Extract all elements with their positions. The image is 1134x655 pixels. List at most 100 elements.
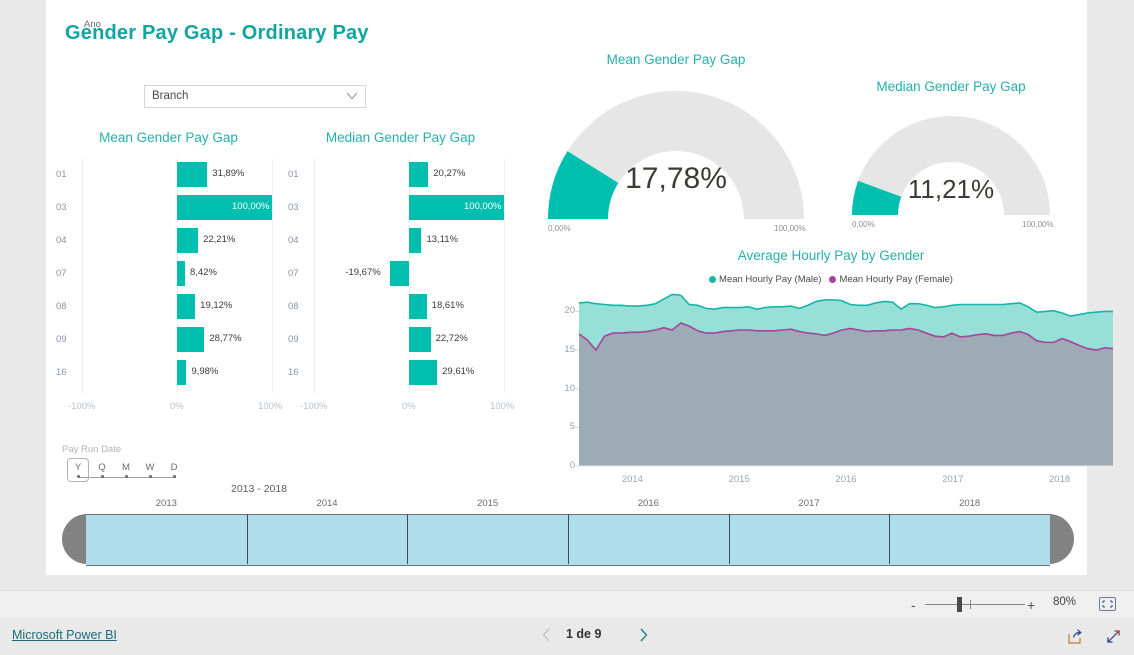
report-canvas: Gender Pay Gap - Ordinary Pay Branch Mea… <box>46 0 1114 575</box>
bar-segment[interactable] <box>409 228 422 253</box>
legend-label: Mean Hourly Pay (Female) <box>839 274 953 285</box>
bar-row[interactable]: 03 100,00% <box>288 191 513 224</box>
median-gauge-title: Median Gender Pay Gap <box>876 79 1026 94</box>
granularity-option-m[interactable]: M <box>119 462 133 473</box>
average-hourly-pay-area-chart[interactable]: Average Hourly Pay by Gender Mean Hourly… <box>541 248 1121 493</box>
bar-segment[interactable] <box>409 162 429 187</box>
mean-gender-pay-gap-bar-chart[interactable]: Mean Gender Pay Gap 01 31,89% 03 100,00% 04 2… <box>56 130 282 430</box>
area-y-tick-label: 5 <box>569 421 575 433</box>
bar-row[interactable]: 04 22,21% <box>56 224 281 257</box>
chevron-right-icon[interactable] <box>639 628 648 642</box>
page-navigation: 1 de 9 <box>538 626 648 646</box>
bar-value-label: 31,89% <box>212 168 245 179</box>
granularity-tick <box>173 475 176 478</box>
mean-gauge-arc <box>548 91 804 219</box>
branch-slicer-label: Branch <box>152 90 189 102</box>
bar-row[interactable]: 04 13,11% <box>288 224 513 257</box>
granularity-unit-label: Ano <box>84 19 101 30</box>
report-footer: Microsoft Power BI 1 de 9 <box>0 618 1134 655</box>
bar-value-label: 20,27% <box>433 168 466 179</box>
granularity-option-d[interactable]: D <box>167 462 181 473</box>
timeline-cell-divider <box>889 514 891 564</box>
bar-segment[interactable] <box>409 327 431 352</box>
bar-row[interactable]: 03 100,00% <box>56 191 281 224</box>
bar-value-label: 8,42% <box>189 267 217 278</box>
page-title: Gender Pay Gap - Ordinary Pay <box>65 22 369 44</box>
share-icon[interactable] <box>1066 628 1083 645</box>
timeline-year-label: 2016 <box>637 498 659 509</box>
bar-category-label: 09 <box>56 334 67 345</box>
timeline-cell-divider <box>407 514 409 564</box>
zoom-percent-label: 80% <box>1053 596 1077 608</box>
timeline-granularity-selector[interactable]: YQMWD <box>67 458 190 488</box>
bar-value-label: 100,00% <box>232 201 270 212</box>
median-gauge-min-label: 0,00% <box>852 220 875 229</box>
bar-row[interactable]: 08 19,12% <box>56 290 281 323</box>
bar-segment[interactable] <box>409 360 438 385</box>
granularity-option-w[interactable]: W <box>143 462 157 473</box>
bar-row[interactable]: 01 31,89% <box>56 158 281 191</box>
zoom-in-button[interactable]: + <box>1027 597 1035 613</box>
branch-slicer[interactable]: Branch <box>144 85 366 108</box>
bar-axis: -100% 0% 100% <box>56 401 282 415</box>
chevron-left-icon[interactable] <box>542 628 551 642</box>
zoom-toolbar: - + 80% <box>0 590 1134 619</box>
area-chart-title: Average Hourly Pay by Gender <box>737 248 925 263</box>
chevron-down-icon <box>346 92 358 100</box>
bar-row[interactable]: 09 22,72% <box>288 323 513 356</box>
mean-gauge-value: 17,78% <box>625 162 727 195</box>
bar-segment[interactable] <box>177 228 199 253</box>
median-bar-plot: 01 20,27% 03 100,00% 04 13,11% 07 -19,67% 08 18,6… <box>288 158 514 412</box>
bar-row[interactable]: 08 18,61% <box>288 290 513 323</box>
mean-gender-pay-gap-gauge[interactable]: Mean Gender Pay Gap 17,78% 0,00% 100,00% <box>526 52 826 233</box>
legend-item[interactable]: Mean Hourly Pay (Male) <box>709 274 821 285</box>
bar-value-label: 22,72% <box>435 333 468 344</box>
granularity-option-q[interactable]: Q <box>95 462 109 473</box>
legend-item[interactable]: Mean Hourly Pay (Female) <box>829 274 953 285</box>
bar-row[interactable]: 01 20,27% <box>288 158 513 191</box>
bar-segment[interactable] <box>177 294 196 319</box>
timeline-cell-divider <box>246 514 248 564</box>
bar-row[interactable]: 07 8,42% <box>56 257 281 290</box>
bar-value-label: 18,61% <box>431 300 464 311</box>
bar-row[interactable]: 16 9,98% <box>56 356 281 389</box>
bar-segment[interactable] <box>177 360 187 385</box>
timeline-cell-divider <box>568 514 569 564</box>
fit-to-page-icon[interactable] <box>1099 597 1116 611</box>
zoom-out-button[interactable]: - <box>911 597 916 613</box>
fullscreen-icon[interactable] <box>1105 628 1122 645</box>
timeline-year-label: 2017 <box>798 498 820 509</box>
area-x-tick-label: 2017 <box>942 474 964 485</box>
bar-axis-tick: 0% <box>170 401 184 412</box>
bar-row[interactable]: 16 29,61% <box>288 356 513 389</box>
bar-segment[interactable] <box>409 294 427 319</box>
area-chart-legend[interactable]: Mean Hourly Pay (Male) Mean Hourly Pay (F… <box>541 274 1121 285</box>
powerbi-brand-link[interactable]: Microsoft Power BI <box>12 628 117 642</box>
timeline-slicer[interactable]: 2013 2014 2015 2016 2017 2018 <box>62 498 1074 568</box>
bar-row[interactable]: 09 28,77% <box>56 323 281 356</box>
bar-segment[interactable] <box>390 261 409 286</box>
zoom-slider-thumb[interactable] <box>957 597 962 612</box>
bar-axis-tick: -100% <box>300 401 328 412</box>
bar-value-label: 9,98% <box>191 366 219 377</box>
area-y-tick-label: 20 <box>564 305 575 317</box>
median-gender-pay-gap-gauge[interactable]: Median Gender Pay Gap 11,21% 0,00% 100,0… <box>836 79 1066 234</box>
timeline-year-label: 2018 <box>959 498 981 509</box>
bar-segment[interactable] <box>177 327 205 352</box>
bar-category-label: 01 <box>288 169 299 180</box>
timeline-year-label: 2014 <box>316 498 338 509</box>
area-x-tick-label: 2018 <box>1049 474 1071 485</box>
median-gender-pay-gap-bar-chart[interactable]: Median Gender Pay Gap 01 20,27% 03 100,00% 0… <box>288 130 514 430</box>
page-indicator: 1 de 9 <box>566 627 602 641</box>
bar-segment[interactable] <box>177 162 208 187</box>
mean-bar-title: Mean Gender Pay Gap <box>99 130 238 145</box>
bar-category-label: 01 <box>56 169 67 180</box>
bar-segment[interactable] <box>177 261 185 286</box>
bar-category-label: 07 <box>56 268 67 279</box>
bar-value-label: 29,61% <box>442 366 475 377</box>
bar-value-label: 19,12% <box>200 300 233 311</box>
bar-row[interactable]: 07 -19,67% <box>288 257 513 290</box>
legend-color-dot <box>829 275 837 283</box>
legend-label: Mean Hourly Pay (Male) <box>719 274 822 285</box>
zoom-slider-track[interactable] <box>925 604 1025 605</box>
